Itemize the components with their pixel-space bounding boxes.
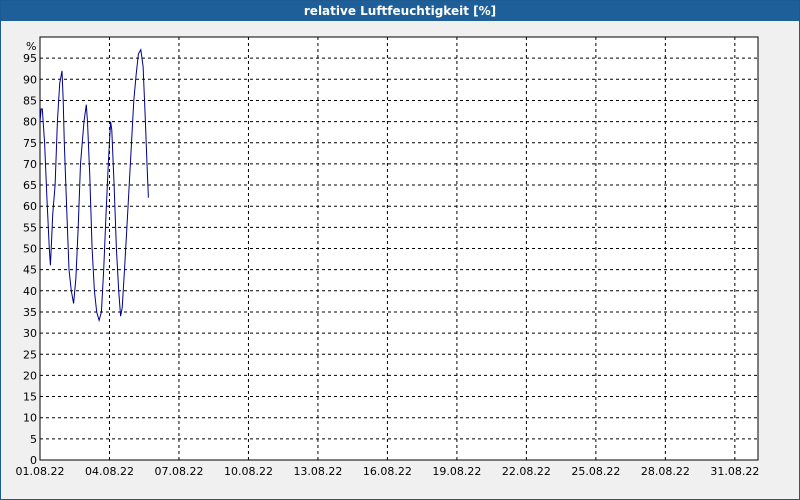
- y-axis-label: %: [26, 40, 36, 53]
- x-tick-label: 04.08.22: [85, 465, 134, 478]
- x-tick-label: 25.08.22: [571, 465, 620, 478]
- x-tick-label: 22.08.22: [502, 465, 551, 478]
- x-tick-label: 28.08.22: [641, 465, 690, 478]
- y-tick-label: 15: [23, 391, 37, 404]
- x-tick-label: 01.08.22: [16, 465, 65, 478]
- y-tick-label: 5: [30, 433, 37, 446]
- y-axis-ticks: 05101520253035404550556065707580859095: [23, 52, 37, 467]
- y-tick-label: 50: [23, 243, 37, 256]
- x-tick-label: 13.08.22: [293, 465, 342, 478]
- y-tick-label: 20: [23, 369, 37, 382]
- y-tick-label: 40: [23, 285, 37, 298]
- x-axis-ticks: 01.08.22 04.08.22 07.08.22 10.08.22 13.08.22…: [16, 465, 760, 478]
- x-tick-label: 19.08.22: [432, 465, 481, 478]
- x-tick-label: 10.08.22: [224, 465, 273, 478]
- y-tick-label: 75: [23, 137, 37, 150]
- y-tick-label: 70: [23, 158, 37, 171]
- x-tick-label: 31.08.22: [710, 465, 759, 478]
- y-tick-label: 45: [23, 264, 37, 277]
- x-tick-label: 07.08.22: [154, 465, 203, 478]
- y-tick-label: 10: [23, 412, 37, 425]
- y-tick-label: 55: [23, 221, 37, 234]
- y-tick-label: 85: [23, 94, 37, 107]
- y-tick-label: 65: [23, 179, 37, 192]
- y-tick-label: 35: [23, 306, 37, 319]
- y-tick-label: 95: [23, 52, 37, 65]
- x-tick-label: 16.08.22: [363, 465, 412, 478]
- y-tick-label: 30: [23, 327, 37, 340]
- plot-area: [39, 36, 759, 461]
- y-tick-label: 80: [23, 116, 37, 129]
- y-tick-label: 25: [23, 348, 37, 361]
- chart-plot: 05101520253035404550556065707580859095 0…: [16, 36, 760, 478]
- y-tick-label: 60: [23, 200, 37, 213]
- y-tick-label: 90: [23, 73, 37, 86]
